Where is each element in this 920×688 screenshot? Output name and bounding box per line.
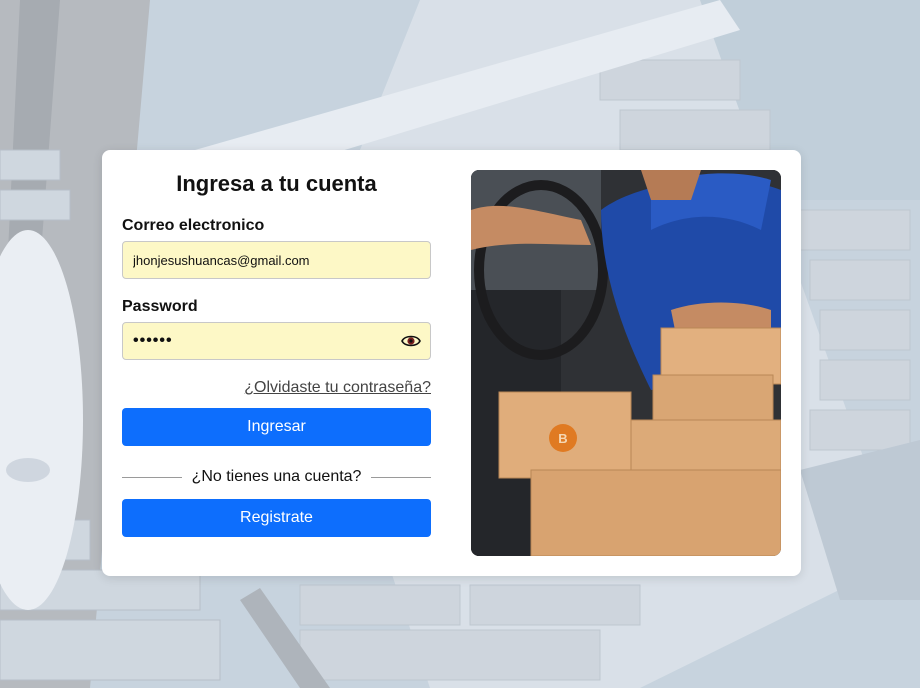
eye-icon[interactable] — [401, 332, 421, 350]
password-label: Password — [122, 298, 198, 315]
delivery-photo: B — [471, 170, 781, 556]
divider-line-left — [122, 476, 182, 478]
password-field[interactable] — [122, 322, 431, 360]
page-title: Ingresa a tu cuenta — [176, 171, 377, 196]
email-field[interactable] — [122, 241, 431, 279]
no-account-text: ¿No tienes una cuenta? — [191, 468, 362, 485]
svg-text:B: B — [558, 431, 567, 446]
forgot-password-link[interactable]: ¿Olvidaste tu contraseña? — [244, 379, 431, 397]
register-button[interactable]: Registrate — [122, 499, 431, 537]
divider-line-right — [371, 476, 432, 478]
email-label: Correo electronico — [122, 217, 265, 234]
login-card: Ingresa a tu cuenta Correo electronico P… — [102, 150, 801, 576]
divider: ¿No tienes una cuenta? — [122, 466, 432, 488]
login-button[interactable]: Ingresar — [122, 408, 431, 446]
